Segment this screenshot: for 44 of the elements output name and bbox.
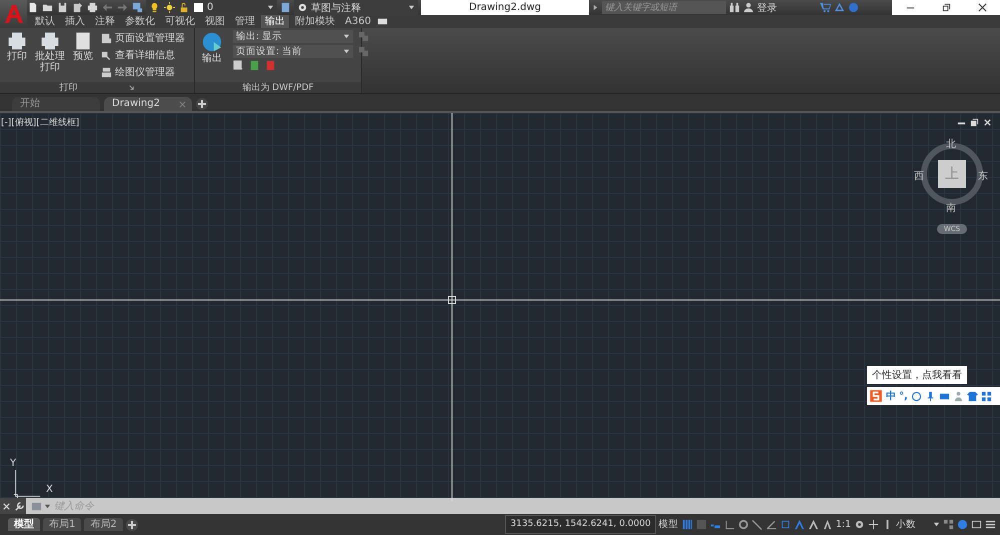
ribbon-button[interactable]: 打印 [1,30,33,80]
coordinates-readout[interactable]: 3135.6215, 1542.6241, 0.0000 [505,515,656,534]
export-button[interactable]: 输出 [196,30,228,80]
ribbon-tab[interactable]: 可视化 [161,15,199,28]
punctuation-mode[interactable]: °, [899,390,908,402]
dropdown[interactable]: 输出: 显示 [233,30,353,43]
ribbon-tab[interactable]: 参数化 [121,15,159,28]
ribbon-button[interactable]: 查看详细信息 [100,47,186,63]
ribbon-tab[interactable]: 附加模块 [291,15,339,28]
layout-tab[interactable]: 模型 [8,518,40,531]
ribbon-tab[interactable]: A360 [341,15,375,28]
annotation-scale[interactable]: 1:1 [836,519,851,530]
ribbon-button[interactable]: 批处理打印 [34,30,66,80]
units-dropdown[interactable]: 小数 [896,518,940,531]
dropdown[interactable]: 页面设置: 当前 [233,45,353,58]
sign-in-link[interactable]: 登录 [757,0,777,14]
window-title: Drawing2.dwg [421,0,589,15]
ribbon-tab[interactable]: 默认 [31,15,59,28]
ribbon-tab[interactable]: 管理 [231,15,259,28]
ribbon-tab[interactable]: 输出 [261,15,289,28]
panel-title: 打印 [60,82,78,94]
compass-label[interactable]: 东 [978,171,988,182]
ribbon-button[interactable]: 预览 [67,30,99,80]
layout-tab[interactable]: 布局2 [84,518,123,531]
ribbon-tab[interactable]: 视图 [201,15,229,28]
compass-label[interactable]: 南 [946,203,956,214]
model-space-toggle[interactable]: 模型 [658,518,679,531]
compass-label[interactable]: 西 [914,171,924,182]
tooltip: 个性设置，点我看看 [867,366,967,384]
axis-label: X [46,484,53,495]
ribbon-tab[interactable]: 插入 [61,15,89,28]
ribbon-button[interactable]: 页面设置管理器 [100,30,186,46]
layout-tab[interactable]: 布局1 [43,518,82,531]
panel-title: 输出为 DWF/PDF [242,82,314,94]
workspace-dropdown[interactable]: 草图与注释 [294,0,418,15]
search-field[interactable]: 键入关键字或短语 [602,1,726,14]
viewport-label[interactable]: [-][俯视][二维线框] [1,116,80,129]
document-tab[interactable]: Drawing2 [104,97,192,111]
axis-label: Y [10,458,16,469]
ribbon-tab[interactable]: 注释 [91,15,119,28]
input-mode[interactable]: 中 [886,389,896,403]
ribbon-button[interactable]: 绘图仪管理器 [100,64,186,80]
document-tab[interactable]: 开始 [12,97,100,111]
compass-label[interactable]: 北 [946,139,956,150]
